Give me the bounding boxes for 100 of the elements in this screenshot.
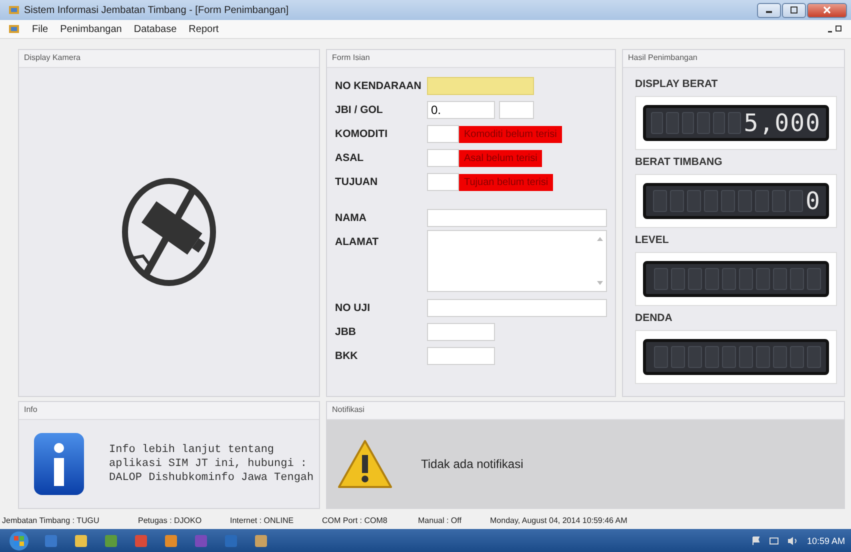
taskbar-app-icon[interactable]	[254, 534, 268, 548]
unlit-digit	[754, 190, 769, 212]
scroll-up-icon[interactable]	[597, 237, 603, 241]
field-label: KOMODITI	[335, 128, 388, 140]
field-label: NAMA	[335, 212, 368, 224]
menu-item[interactable]: Penimbangan	[60, 24, 122, 34]
unlit-digit	[739, 346, 753, 368]
unlit-digit	[790, 268, 804, 290]
unlit-digit	[739, 268, 753, 290]
info-icon	[33, 432, 85, 496]
taskbar-app-icon[interactable]	[104, 534, 118, 548]
input-field[interactable]	[427, 77, 534, 95]
unlit-digit	[686, 190, 701, 212]
unlit-digit	[788, 190, 803, 212]
unlit-digit	[705, 268, 719, 290]
info-text: Info lebih lanjut tentang aplikasi SIM JT ini, hubungi : DALOP Dishubkominfo Jawa Tengah	[109, 443, 314, 485]
menu-item[interactable]: File	[32, 24, 48, 34]
unlit-digit	[722, 268, 736, 290]
window-title: Sistem Informasi Jembatan Timbang - [Form Penimbangan]	[24, 4, 290, 16]
panel-title: Form Isian	[327, 50, 615, 68]
unlit-digit	[671, 268, 685, 290]
restore-icon[interactable]	[827, 24, 843, 34]
status-item: Monday, August 04, 2014 10:59:46 AM	[490, 516, 628, 524]
warning-icon	[337, 439, 393, 489]
error-message: Tujuan belum terisi	[459, 174, 554, 190]
unlit-digit	[756, 346, 770, 368]
display-label: LEVEL	[635, 234, 670, 246]
unlit-digit	[670, 190, 684, 212]
app-icon	[8, 23, 20, 35]
input-field[interactable]	[427, 347, 495, 365]
input-field[interactable]	[427, 323, 495, 341]
unlit-digit	[790, 346, 804, 368]
field-label: NO KENDARAAN	[335, 80, 422, 92]
taskbar-app-icon[interactable]	[74, 534, 88, 548]
status-item: Jembatan Timbang : TUGU	[2, 516, 100, 524]
unlit-digit	[773, 346, 787, 368]
field-label: NO UJI	[335, 302, 372, 314]
unlit-digit	[688, 346, 702, 368]
field-label: TUJUAN	[335, 176, 379, 188]
unlit-digit	[728, 112, 741, 134]
input-field[interactable]	[427, 125, 459, 143]
unlit-digit	[738, 190, 752, 212]
text-area[interactable]	[427, 230, 607, 292]
unlit-digit	[654, 268, 668, 290]
unlit-digit	[722, 346, 736, 368]
unlit-digit	[807, 268, 821, 290]
panel-title: Hasil Penimbangan	[623, 50, 844, 68]
close-button[interactable]	[807, 2, 847, 18]
display-label: BERAT TIMBANG	[635, 156, 724, 168]
unlit-digit	[654, 346, 668, 368]
unlit-digit	[712, 112, 726, 134]
input-field[interactable]	[427, 149, 459, 167]
maximize-button[interactable]	[782, 2, 806, 18]
panel-title: Info	[19, 402, 319, 420]
error-message: Komoditi belum terisi	[459, 126, 562, 142]
error-message: Asal belum terisi	[459, 150, 542, 166]
unlit-digit	[652, 190, 667, 212]
clock[interactable]: 10:59 AM	[806, 536, 845, 546]
unlit-digit	[705, 346, 719, 368]
volume-icon[interactable]	[786, 536, 799, 546]
field-label: BKK	[335, 350, 359, 362]
display-label: DENDA	[635, 312, 674, 324]
field-label: ALAMAT	[335, 236, 380, 248]
menu-item[interactable]: Report	[188, 24, 219, 34]
status-item: Manual : Off	[418, 516, 462, 524]
unlit-digit	[682, 112, 694, 134]
flag-icon[interactable]	[750, 536, 761, 546]
unlit-digit	[772, 190, 786, 212]
unlit-digit	[720, 190, 735, 212]
unlit-digit	[807, 346, 821, 368]
input-field[interactable]	[427, 299, 607, 317]
field-label: JBI / GOL	[335, 104, 384, 116]
input-field[interactable]	[427, 173, 459, 191]
status-item: COM Port : COM8	[322, 516, 388, 524]
taskbar-app-icon[interactable]	[134, 534, 148, 548]
display-reading: 0	[806, 188, 821, 214]
display-reading: 5,000	[744, 110, 821, 136]
input-field[interactable]: 0.	[427, 101, 495, 119]
unlit-digit	[651, 112, 664, 134]
field-label: JBB	[335, 326, 358, 338]
unlit-digit	[666, 112, 679, 134]
scroll-down-icon[interactable]	[597, 281, 603, 285]
no-camera-icon	[121, 178, 217, 286]
unlit-digit	[697, 112, 710, 134]
app-icon	[8, 4, 20, 16]
maximize-icon	[790, 6, 798, 14]
display-label: DISPLAY BERAT	[635, 78, 719, 90]
close-icon	[823, 6, 831, 14]
panel-title: Display Kamera	[19, 50, 319, 68]
input-field[interactable]	[499, 101, 534, 119]
unlit-digit	[704, 190, 718, 212]
field-label: ASAL	[335, 152, 365, 164]
unlit-digit	[773, 268, 787, 290]
unlit-digit	[671, 346, 685, 368]
input-field[interactable]	[427, 209, 607, 227]
panel-title: Notifikasi	[327, 402, 844, 420]
taskbar-app-icon[interactable]	[164, 534, 178, 548]
minimize-button[interactable]	[757, 2, 781, 18]
menu-item[interactable]: Database	[134, 24, 177, 34]
status-item: Petugas : DJOKO	[138, 516, 203, 524]
